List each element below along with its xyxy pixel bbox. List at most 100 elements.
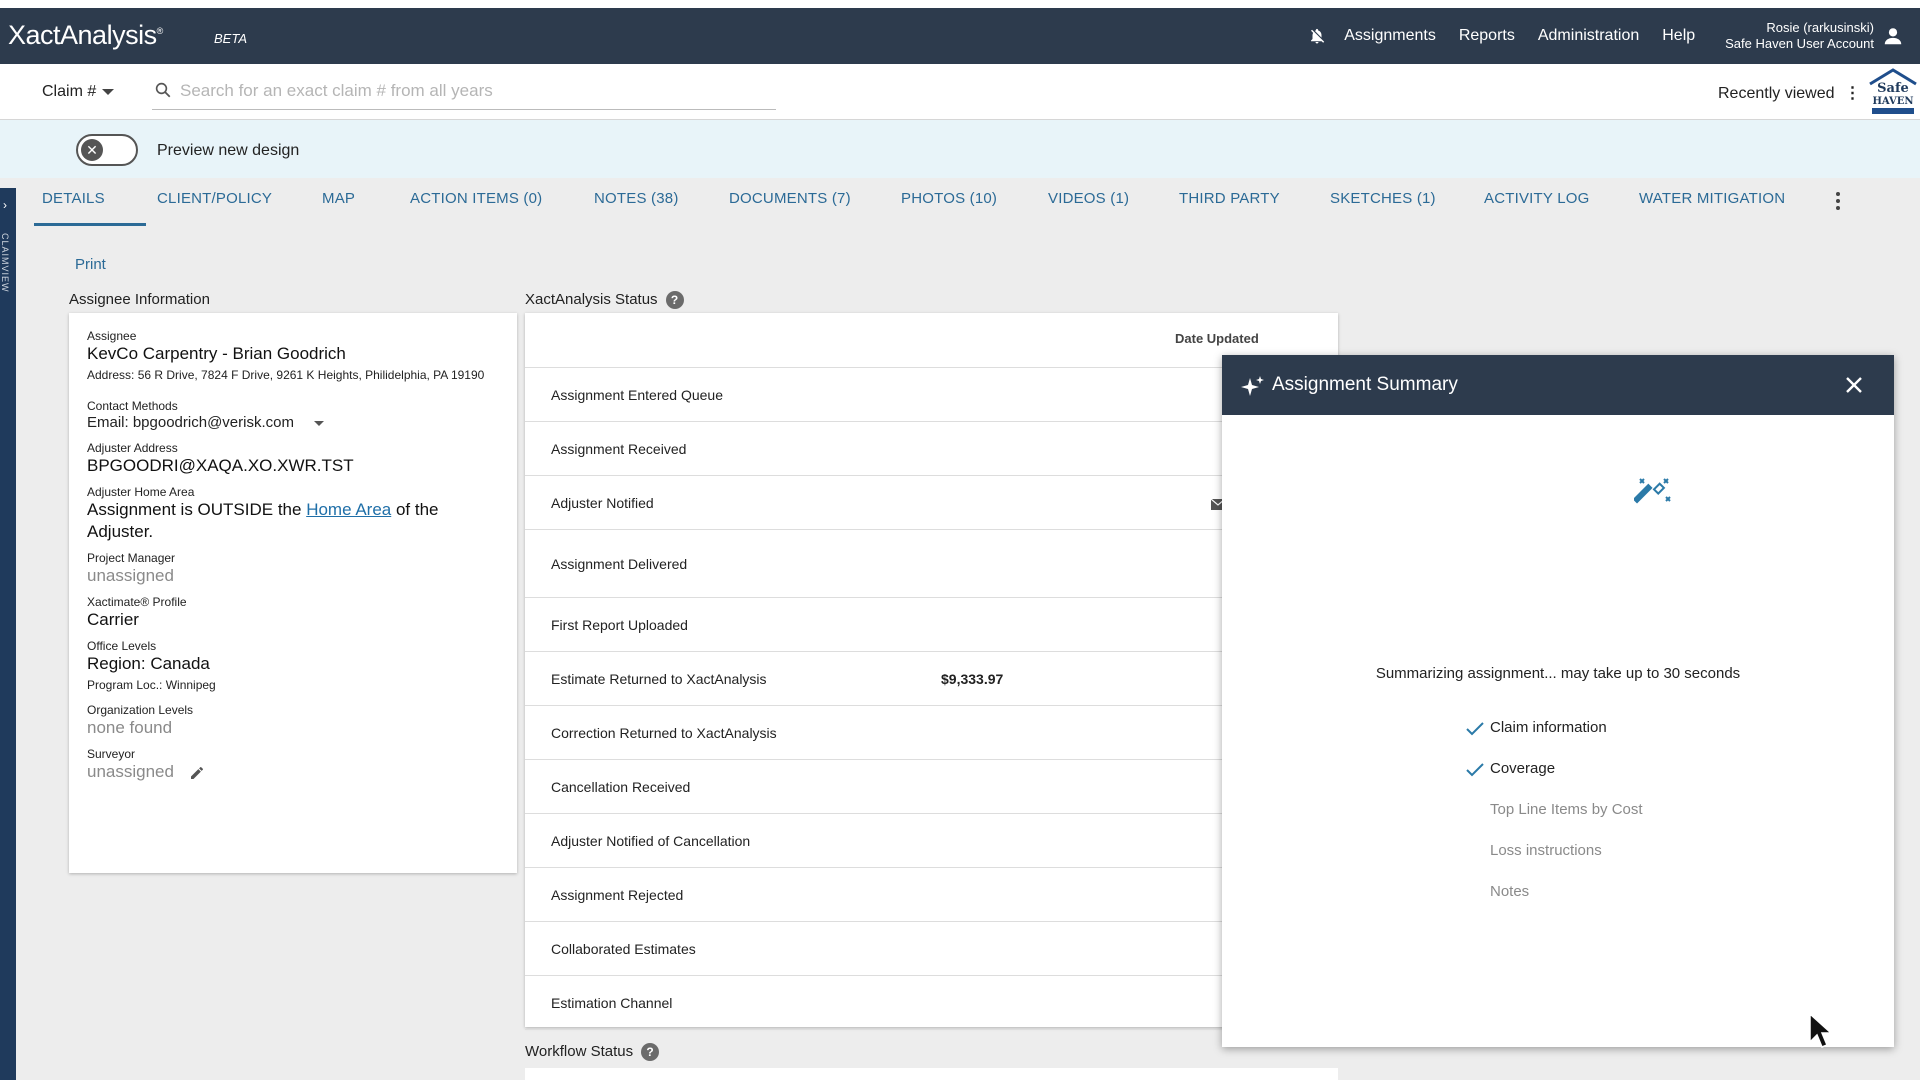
status-row: Adjuster NotifiedJul 16, 2025 4:12 bbox=[525, 476, 1338, 530]
home-area-link[interactable]: Home Area bbox=[306, 500, 391, 519]
status-name: Assignment Received bbox=[551, 441, 687, 457]
chevron-down-icon bbox=[313, 420, 324, 426]
status-row: Assignment Rejected bbox=[525, 868, 1338, 922]
status-name: Assignment Rejected bbox=[551, 887, 684, 903]
tab-map[interactable]: MAP bbox=[322, 190, 355, 207]
mouse-cursor-icon bbox=[1809, 1012, 1833, 1048]
app-logo[interactable]: XactAnalysis® bbox=[8, 20, 163, 51]
check-icon bbox=[1466, 763, 1484, 777]
tab-details[interactable]: DETAILS bbox=[42, 190, 105, 207]
status-name: Collaborated Estimates bbox=[551, 941, 696, 957]
assignee-section-title: Assignee Information bbox=[69, 291, 210, 308]
summary-step-label: Top Line Items by Cost bbox=[1490, 801, 1643, 818]
summary-step: Top Line Items by Cost bbox=[1466, 801, 1643, 842]
status-name: Assignment Delivered bbox=[551, 556, 688, 572]
status-name: Cancellation Received bbox=[551, 779, 691, 795]
surveyor-label: Surveyor bbox=[87, 747, 136, 761]
chevron-right-icon: › bbox=[3, 198, 7, 212]
assignment-summary-panel: Assignment Summary Summarizing assignmen… bbox=[1222, 355, 1894, 1047]
claim-type-dropdown[interactable]: Claim # bbox=[42, 83, 115, 101]
assignee-card: Assignee KevCo Carpentry - Brian Goodric… bbox=[69, 313, 517, 873]
more-tabs-kebab-icon[interactable] bbox=[1836, 192, 1842, 213]
pencil-icon[interactable] bbox=[189, 765, 205, 781]
summary-step: Loss instructions bbox=[1466, 842, 1643, 883]
recently-viewed-button[interactable]: Recently viewed ⋮ bbox=[1718, 83, 1861, 103]
summary-step: Notes bbox=[1466, 883, 1643, 924]
app-header: XactAnalysis® BETA Assignments Reports A… bbox=[0, 8, 1920, 64]
workflow-card bbox=[525, 1068, 1338, 1080]
tab-videos[interactable]: VIDEOS (1) bbox=[1048, 190, 1129, 207]
beta-badge: BETA bbox=[214, 31, 247, 46]
bell-off-icon[interactable] bbox=[1308, 27, 1326, 45]
status-name: First Report Uploaded bbox=[551, 617, 688, 633]
office-levels-label: Office Levels bbox=[87, 639, 157, 653]
nav-help[interactable]: Help bbox=[1662, 27, 1695, 45]
help-icon[interactable]: ? bbox=[665, 291, 684, 310]
date-updated-header: Date Updated bbox=[1175, 331, 1259, 346]
tab-water-mitigation[interactable]: WATER MITIGATION bbox=[1639, 190, 1785, 207]
claimview-rail[interactable]: › CLAIMVIEW bbox=[0, 188, 16, 1080]
status-row: Assignment DeliveredJul 16, 2025 4:12Sep… bbox=[525, 530, 1338, 598]
search-box bbox=[152, 72, 776, 110]
user-icon[interactable] bbox=[1882, 25, 1904, 47]
xactimate-profile-value: Carrier bbox=[87, 610, 139, 629]
tab-third-party[interactable]: THIRD PARTY bbox=[1179, 190, 1280, 207]
status-amount: $9,333.97 bbox=[941, 671, 1004, 687]
user-menu[interactable]: Rosie (rarkusinski) Safe Haven User Acco… bbox=[1725, 20, 1874, 52]
status-row: Cancellation Received bbox=[525, 760, 1338, 814]
summary-step-label: Loss instructions bbox=[1490, 842, 1602, 859]
nav-administration[interactable]: Administration bbox=[1538, 27, 1639, 45]
active-tab-indicator bbox=[34, 223, 146, 226]
office-levels-value: Region: Canada bbox=[87, 654, 210, 673]
summary-panel-header: Assignment Summary bbox=[1222, 355, 1894, 415]
tab-sketches[interactable]: SKETCHES (1) bbox=[1330, 190, 1436, 207]
assignee-value: KevCo Carpentry - Brian Goodrich bbox=[87, 344, 346, 363]
tab-documents[interactable]: DOCUMENTS (7) bbox=[729, 190, 851, 207]
status-row: Assignment ReceivedJul 16, 2025 4:12 bbox=[525, 422, 1338, 476]
nav-reports[interactable]: Reports bbox=[1459, 27, 1515, 45]
assignee-address: Address: 56 R Drive, 7824 F Drive, 9261 … bbox=[87, 368, 485, 382]
tab-client-policy[interactable]: CLIENT/POLICY bbox=[157, 190, 272, 207]
preview-banner: ✕ Preview new design bbox=[0, 120, 1920, 178]
organization-levels-label: Organization Levels bbox=[87, 703, 194, 717]
svg-text:Safe: Safe bbox=[1877, 81, 1909, 96]
tab-activity-log[interactable]: ACTIVITY LOG bbox=[1484, 190, 1589, 207]
sparkle-icon bbox=[1241, 376, 1264, 396]
home-area-value: Assignment is OUTSIDE the Home Area of t… bbox=[87, 500, 439, 541]
status-name: Adjuster Notified bbox=[551, 495, 654, 511]
office-levels-sub: Program Loc.: Winnipeg bbox=[87, 678, 216, 692]
nav-assignments[interactable]: Assignments bbox=[1344, 27, 1436, 45]
preview-label: Preview new design bbox=[157, 142, 300, 159]
tab-action-items[interactable]: ACTION ITEMS (0) bbox=[410, 190, 542, 207]
top-strip bbox=[0, 0, 1920, 8]
status-row: Correction Returned to XactAnalysis bbox=[525, 706, 1338, 760]
svg-text:HAVEN: HAVEN bbox=[1872, 96, 1913, 107]
summary-panel-title: Assignment Summary bbox=[1272, 374, 1458, 395]
preview-toggle[interactable]: ✕ bbox=[76, 134, 138, 166]
organization-levels-value: none found bbox=[87, 718, 173, 737]
print-link[interactable]: Print bbox=[75, 256, 106, 273]
magic-wand-icon bbox=[1634, 478, 1671, 504]
tab-notes[interactable]: NOTES (38) bbox=[594, 190, 679, 207]
contact-methods-dropdown[interactable]: Email: bpgoodrich@verisk.com bbox=[87, 413, 499, 433]
summary-step: Claim information bbox=[1466, 719, 1643, 760]
adjuster-address-value: BPGOODRI@XAQA.XO.XWR.TST bbox=[87, 456, 354, 475]
chevron-down-icon bbox=[102, 88, 115, 95]
status-row: First Report UploadedJul 16, 2025 4:24 bbox=[525, 598, 1338, 652]
contact-methods-label: Contact Methods bbox=[87, 399, 178, 413]
help-icon[interactable]: ? bbox=[641, 1043, 660, 1062]
summary-steps: Claim information Coverage Top Line Items … bbox=[1466, 719, 1643, 924]
close-icon[interactable] bbox=[1844, 375, 1864, 395]
tab-photos[interactable]: PHOTOS (10) bbox=[901, 190, 997, 207]
user-name: Rosie (rarkusinski) bbox=[1766, 20, 1874, 35]
summary-step: Coverage bbox=[1466, 760, 1643, 801]
status-name: Assignment Entered Queue bbox=[551, 387, 723, 403]
workflow-section-title: Workflow Status? bbox=[525, 1043, 660, 1062]
status-row: Collaborated Estimates bbox=[525, 922, 1338, 976]
status-name: Adjuster Notified of Cancellation bbox=[551, 833, 751, 849]
status-table-header: Date Updated bbox=[525, 313, 1338, 368]
search-input[interactable] bbox=[180, 78, 760, 104]
close-icon: ✕ bbox=[81, 139, 103, 161]
status-name: Estimation Channel bbox=[551, 995, 673, 1011]
summary-step-label: Coverage bbox=[1490, 760, 1556, 777]
